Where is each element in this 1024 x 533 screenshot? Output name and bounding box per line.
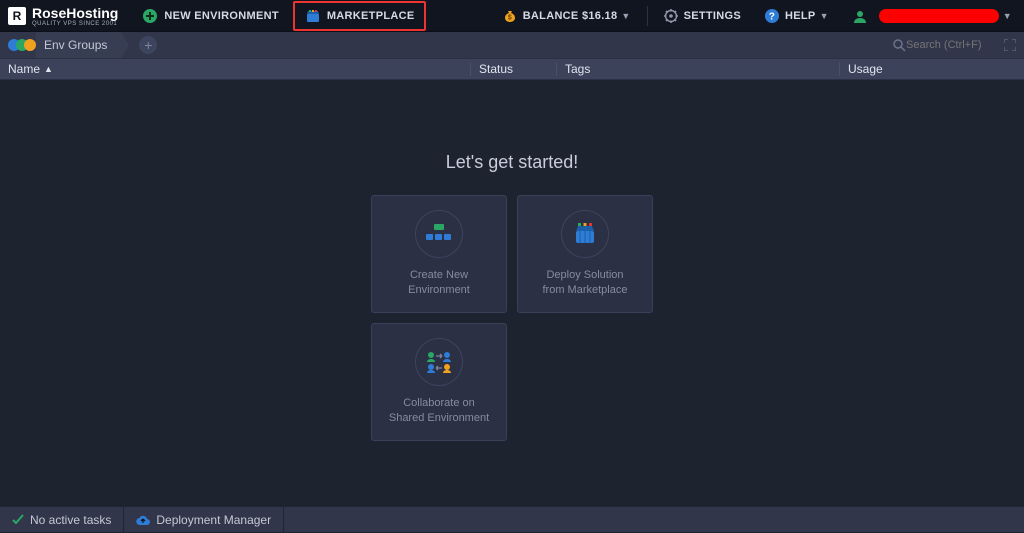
help-icon: ? xyxy=(765,9,779,23)
create-environment-card[interactable]: Create New Environment xyxy=(371,195,507,313)
brand-icon: R xyxy=(8,7,26,25)
basket-icon xyxy=(305,8,321,24)
marketplace-button[interactable]: MARKETPLACE xyxy=(293,1,427,31)
svg-text:$: $ xyxy=(508,14,512,21)
card-label-line: Environment xyxy=(408,284,470,296)
column-status[interactable]: Status xyxy=(470,62,556,76)
new-environment-button[interactable]: NEW ENVIRONMENT xyxy=(132,3,289,29)
balance-amount: $16.18 xyxy=(582,10,617,22)
card-label-line: Collaborate on xyxy=(403,397,475,409)
user-menu[interactable]: ▼ xyxy=(843,4,1014,28)
collaborate-icon xyxy=(415,338,463,386)
chevron-down-icon: ▼ xyxy=(621,11,630,21)
bottom-bar: No active tasks Deployment Manager xyxy=(0,506,1024,532)
sort-asc-icon: ▲ xyxy=(44,64,53,74)
settings-label: SETTINGS xyxy=(684,10,741,22)
cloud-upload-icon xyxy=(136,514,150,526)
table-header: Name ▲ Status Tags Usage xyxy=(0,58,1024,80)
search-area xyxy=(892,38,1024,52)
env-groups-breadcrumb[interactable]: Env Groups xyxy=(36,32,121,58)
plus-circle-icon xyxy=(142,8,158,24)
deployment-manager[interactable]: Deployment Manager xyxy=(124,507,284,533)
fullscreen-icon[interactable] xyxy=(1004,39,1016,51)
gear-icon xyxy=(664,9,678,23)
svg-text:?: ? xyxy=(769,11,775,22)
chevron-down-icon: ▼ xyxy=(1003,11,1012,21)
tasks-label: No active tasks xyxy=(30,513,111,527)
brand-tagline: QUALITY VPS SINCE 2001 xyxy=(32,21,118,27)
chevron-down-icon: ▼ xyxy=(820,11,829,21)
env-groups-icon xyxy=(8,39,32,51)
new-environment-label: NEW ENVIRONMENT xyxy=(164,10,279,22)
marketplace-label: MARKETPLACE xyxy=(327,10,415,22)
check-icon xyxy=(12,514,24,526)
money-bag-icon: $ xyxy=(503,9,517,23)
deployment-manager-label: Deployment Manager xyxy=(156,513,271,527)
brand-logo[interactable]: R RoseHosting QUALITY VPS SINCE 2001 xyxy=(8,5,118,27)
column-name[interactable]: Name ▲ xyxy=(0,62,470,76)
stack-icon xyxy=(415,210,463,258)
balance-label: BALANCE xyxy=(523,10,579,22)
basket-icon xyxy=(561,210,609,258)
search-icon xyxy=(892,38,906,52)
column-usage[interactable]: Usage xyxy=(839,62,1024,76)
main-area: Let's get started! Create New Environmen… xyxy=(0,80,1024,506)
card-label-line: Deploy Solution xyxy=(546,269,623,281)
help-label: HELP xyxy=(785,10,816,22)
top-bar: R RoseHosting QUALITY VPS SINCE 2001 NEW… xyxy=(0,0,1024,32)
card-label-line: Shared Environment xyxy=(389,412,489,424)
deploy-marketplace-card[interactable]: Deploy Solution from Marketplace xyxy=(517,195,653,313)
user-icon xyxy=(853,9,867,23)
user-email-redacted xyxy=(879,9,999,23)
help-button[interactable]: ? HELP ▼ xyxy=(755,4,839,28)
card-label-line: Create New xyxy=(410,269,468,281)
balance-button[interactable]: $ BALANCE $16.18 ▼ xyxy=(493,4,641,28)
card-label-line: from Marketplace xyxy=(543,284,628,296)
column-tags[interactable]: Tags xyxy=(556,62,839,76)
add-group-button[interactable]: + xyxy=(139,36,157,54)
divider xyxy=(647,6,648,26)
tasks-status[interactable]: No active tasks xyxy=(0,507,124,533)
env-groups-label: Env Groups xyxy=(44,38,107,52)
search-input[interactable] xyxy=(906,39,996,51)
brand-name: RoseHosting xyxy=(32,5,118,21)
get-started-heading: Let's get started! xyxy=(446,152,579,173)
settings-button[interactable]: SETTINGS xyxy=(654,4,751,28)
cards-grid: Create New Environment Deploy Solution f… xyxy=(371,195,653,441)
collaborate-card[interactable]: Collaborate on Shared Environment xyxy=(371,323,507,441)
subheader: Env Groups + xyxy=(0,32,1024,58)
